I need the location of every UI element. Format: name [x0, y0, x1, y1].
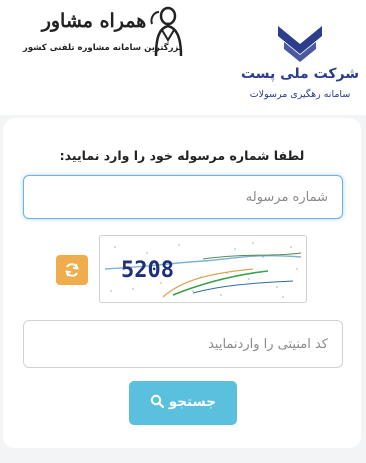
security-code-input[interactable]: [23, 320, 343, 368]
captcha-refresh-button[interactable]: [56, 255, 88, 285]
search-icon: [150, 394, 165, 409]
parcel-number-input[interactable]: [23, 175, 343, 219]
search-button[interactable]: جستجو: [129, 381, 237, 425]
hamrah-moshaver-logo: همراه مشاور بزرگترین سامانه مشاوره تلفنی…: [8, 6, 186, 62]
hamrah-logo-title: همراه مشاور: [41, 10, 147, 32]
iran-post-logo: شرکت ملی پست سامانه رهگیری مرسولات: [240, 22, 362, 106]
tracking-form-card: لطفا شماره مرسوله خود را وارد نمایید: شم…: [3, 118, 361, 448]
search-button-label: جستجو: [168, 394, 216, 410]
form-prompt: لطفا شماره مرسوله خود را وارد نمایید:: [59, 148, 305, 163]
post-emblem-icon: [278, 26, 322, 62]
header-bar: همراه مشاور بزرگترین سامانه مشاوره تلفنی…: [0, 0, 366, 115]
captcha-image: 5208: [99, 235, 307, 303]
post-tracking-subtitle: سامانه رهگیری مرسولات: [249, 89, 351, 100]
consultant-figure-icon: [150, 6, 183, 57]
post-company-name: شرکت ملی پست: [240, 66, 360, 82]
captcha-code: 5208: [121, 258, 174, 283]
refresh-icon: [65, 263, 79, 277]
